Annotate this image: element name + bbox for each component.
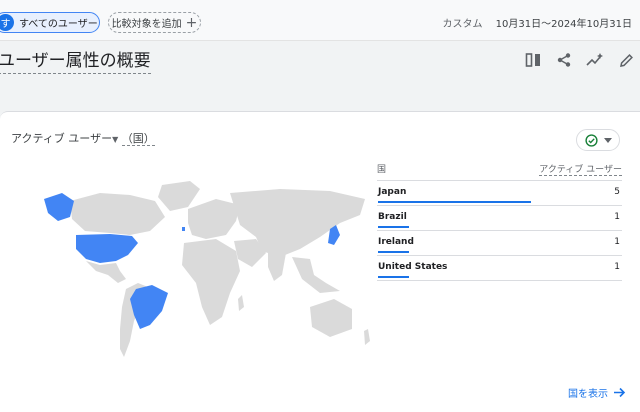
segment-chip[interactable]: す すべてのユーザー [0, 12, 100, 33]
date-kind: カスタム [442, 19, 483, 30]
row-country: United States [378, 262, 448, 272]
row-bar [378, 226, 409, 228]
map-alaska [44, 193, 74, 221]
map-greenland [158, 181, 200, 211]
map-southeast-asia [292, 257, 340, 293]
row-country: Brazil [378, 212, 407, 222]
row-country: Japan [378, 187, 407, 197]
arrow-right-icon [614, 387, 626, 398]
table-header: 国 アクティブ ユーザー [377, 162, 622, 181]
world-map [44, 181, 370, 357]
table-row: Ireland 1 [377, 231, 622, 256]
card-title[interactable]: アクティブ ユーザー▼ （国） [11, 130, 155, 146]
card-title-dimension: （国） [121, 132, 155, 146]
status-chip[interactable] [576, 129, 620, 151]
row-bar [378, 201, 531, 203]
row-bar [378, 276, 409, 278]
row-value: 1 [614, 262, 620, 272]
country-table: 国 アクティブ ユーザー Japan 5 Brazil 1 Ireland 1 … [377, 162, 622, 281]
title-actions [524, 51, 635, 69]
chevron-down-icon [603, 137, 612, 143]
view-countries-label: 国を表示 [568, 389, 608, 400]
map-europe [188, 199, 240, 239]
plus-icon: + [185, 14, 198, 31]
row-value: 1 [614, 237, 620, 247]
compare-icon[interactable] [524, 51, 542, 69]
row-value: 1 [614, 212, 620, 222]
date-range-picker[interactable]: カスタム 10月31日～2024年10月31日 [442, 15, 632, 30]
column-country: 国 [377, 165, 387, 175]
top-bar: す すべてのユーザー 比較対象を追加 + カスタム 10月31日～2024年10… [0, 0, 640, 41]
map-australia [310, 299, 352, 337]
row-bar [378, 251, 409, 253]
insights-icon[interactable] [586, 51, 604, 69]
map-ireland [182, 227, 185, 231]
segment-label: すべてのユーザー [19, 19, 98, 30]
map-india [268, 253, 286, 281]
view-countries-link[interactable]: 国を表示 [568, 385, 626, 400]
map-brazil [130, 285, 168, 329]
country-card: アクティブ ユーザー▼ （国） 国 アクティブ ユーザー Japan 5 Bra… [0, 111, 640, 412]
row-value: 5 [614, 187, 620, 197]
add-comparison-button[interactable]: 比較対象を追加 + [108, 12, 201, 33]
table-row: United States 1 [377, 256, 622, 281]
chevron-down-icon: ▼ [112, 135, 119, 144]
row-country: Ireland [378, 237, 414, 247]
map-new-zealand [364, 329, 370, 345]
date-range: 10月31日～2024年10月31日 [495, 19, 632, 30]
map-united-states [76, 234, 138, 263]
table-row: Brazil 1 [377, 206, 622, 231]
share-icon[interactable] [555, 51, 573, 69]
add-comparison-label: 比較対象を追加 [111, 19, 182, 30]
map-africa [182, 239, 240, 325]
map-mexico [86, 261, 126, 283]
map-madagascar [238, 295, 244, 311]
table-row: Japan 5 [377, 181, 622, 206]
check-circle-icon [584, 133, 598, 147]
page-title[interactable]: ユーザー属性の概要 [0, 50, 151, 74]
map-canada [70, 193, 165, 235]
edit-icon[interactable] [617, 51, 635, 69]
card-title-metric: アクティブ ユーザー [11, 132, 113, 145]
column-active-users[interactable]: アクティブ ユーザー [539, 162, 622, 176]
segment-avatar: す [0, 14, 14, 31]
